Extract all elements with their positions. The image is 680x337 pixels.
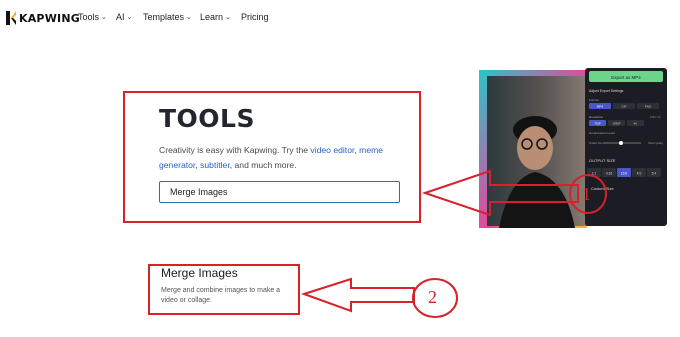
arrow-1 <box>421 169 579 217</box>
annotation-number-2: 2 <box>428 287 437 307</box>
arrow-2 <box>300 277 415 313</box>
annotation-layer <box>300 169 607 318</box>
annotation-number-1: 1 <box>582 184 591 204</box>
